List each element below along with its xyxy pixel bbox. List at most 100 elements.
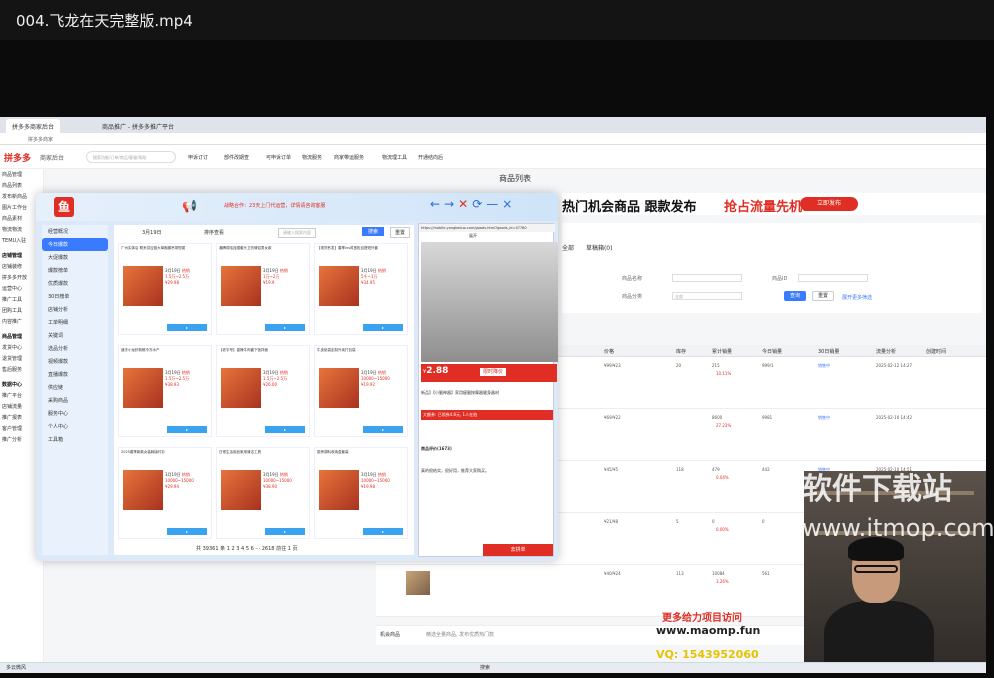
- card-action-button[interactable]: ▸: [363, 426, 403, 433]
- page-number[interactable]: 5: [246, 546, 249, 552]
- search-button[interactable]: 查询: [784, 291, 806, 301]
- nav-item[interactable]: 采购商品: [42, 394, 108, 407]
- product-card[interactable]: 【现货秒发】春季ins风宽松百搭短外套 3月19日 热销 5千~1万 ¥34.95 ▸: [314, 243, 408, 335]
- nav-item[interactable]: 30日榜单: [42, 290, 108, 303]
- sidebar-item[interactable]: 商品列表: [0, 180, 43, 191]
- page-number[interactable]: 2: [231, 546, 234, 552]
- nav-item[interactable]: 工单明细: [42, 316, 108, 329]
- card-image: [221, 266, 261, 306]
- product-card[interactable]: 2025春季新款女装韩版衬衫 3月19日 热销 10000~15000 ¥29.94 ▸: [118, 447, 212, 539]
- status-cell[interactable]: 销售中: [818, 415, 830, 421]
- menu-item[interactable]: 开通结向后: [418, 154, 443, 161]
- nav-item[interactable]: 关键词: [42, 329, 108, 342]
- product-card[interactable]: 日常生活用品家用清洁工具 3月19日 热销 10000~15000 ¥38.90 ▸: [216, 447, 310, 539]
- browser-tab[interactable]: 商品推广 - 拼多多推广平台: [96, 119, 180, 133]
- page-number[interactable]: 4: [241, 546, 244, 552]
- nav-item[interactable]: 供应链: [42, 381, 108, 394]
- nav-item[interactable]: 经营概况: [42, 225, 108, 238]
- expand-toggle[interactable]: 展开: [469, 233, 477, 239]
- card-title: 厨房调料收纳盒套装: [317, 450, 349, 454]
- close-icon[interactable]: ✕: [458, 197, 468, 211]
- product-card[interactable]: 潮牌嘻哈连帽套头卫衣情侣男女款 3月19日 热销 1万~2万 ¥19.9 ▸: [216, 243, 310, 335]
- status-cell[interactable]: 销售中: [818, 363, 830, 369]
- reset-button[interactable]: 重置: [812, 291, 834, 301]
- minimize-icon[interactable]: —: [486, 197, 498, 211]
- product-card[interactable]: 厨房调料收纳盒套装 3月19日 热销 10000~15000 ¥19.98 ▸: [314, 447, 408, 539]
- card-action-button[interactable]: ▸: [265, 324, 305, 331]
- nav-item[interactable]: 直播爆款: [42, 368, 108, 381]
- grid-reset-button[interactable]: 重置: [390, 227, 411, 238]
- nav-item[interactable]: 个人中心: [42, 420, 108, 433]
- refresh-icon[interactable]: ⟳: [472, 197, 482, 211]
- menu-item[interactable]: 申诉订订: [188, 154, 208, 161]
- nav-item[interactable]: 服务中心: [42, 407, 108, 420]
- menu-item[interactable]: 物流理工具: [382, 154, 407, 161]
- product-card[interactable]: 牛皮纸袋定制外卖打包袋 3月19日 热销 10000~15000 ¥19.92 ▸: [314, 345, 408, 437]
- card-image: [319, 368, 359, 408]
- menu-item[interactable]: 部件改期查: [224, 154, 249, 161]
- nav-item[interactable]: 店铺分析: [42, 303, 108, 316]
- nav-item[interactable]: 爆款榜单: [42, 264, 108, 277]
- card-action-button[interactable]: ▸: [265, 426, 305, 433]
- pdd-search-input[interactable]: 搜索功能/订单/商品/客服/帮助: [86, 151, 176, 163]
- product-card[interactable]: 【老字号】香辣牛肉酱下饭拌面 3月19日 热销 1.5万~2.5万 ¥26.00 ▸: [216, 345, 310, 437]
- card-date: 3月19日: [165, 472, 181, 477]
- tab-all[interactable]: 全部: [562, 245, 574, 252]
- category-select[interactable]: 全部: [672, 292, 742, 300]
- address-bar[interactable]: 拼多多商家: [0, 133, 986, 145]
- card-title: 【现货秒发】春季ins风宽松百搭短外套: [317, 246, 379, 250]
- publish-button[interactable]: 立即发布: [800, 197, 858, 211]
- menu-item[interactable]: 可申诉订单: [266, 154, 291, 161]
- card-action-button[interactable]: ▸: [167, 528, 207, 535]
- page-total: 共 39361 条: [196, 546, 226, 552]
- nav-item[interactable]: 大促爆款: [42, 251, 108, 264]
- card-action-button[interactable]: ▸: [167, 324, 207, 331]
- back-icon[interactable]: ←: [430, 197, 440, 211]
- card-action-button[interactable]: ▸: [363, 528, 403, 535]
- card-action-button[interactable]: ▸: [167, 426, 207, 433]
- menu-item[interactable]: 商家带运服务: [334, 154, 364, 161]
- page-number[interactable]: 6: [251, 546, 254, 552]
- buy-button[interactable]: 去拼单: [483, 544, 553, 556]
- card-action-button[interactable]: ▸: [363, 324, 403, 331]
- menu-item[interactable]: 物流服务: [302, 154, 322, 161]
- page-number[interactable]: 1: [227, 546, 230, 552]
- nav-item[interactable]: 视频爆款: [42, 355, 108, 368]
- stock-cell: 118: [676, 467, 684, 472]
- sort-toggle[interactable]: 排序查看: [204, 229, 224, 236]
- browser-tab[interactable]: 拼多多商家后台: [6, 119, 61, 133]
- nav-item[interactable]: 选品分析: [42, 342, 108, 355]
- id-field[interactable]: [798, 274, 868, 282]
- name-field[interactable]: [672, 274, 742, 282]
- grid-search-input[interactable]: 请输入搜索内容: [278, 228, 316, 238]
- card-action-button[interactable]: ▸: [265, 528, 305, 535]
- forward-icon[interactable]: →: [444, 197, 454, 211]
- preview-url[interactable]: https://mobile.yangkeduo.com/goods.html?…: [419, 224, 555, 232]
- grid-search-button[interactable]: 搜索: [362, 227, 385, 236]
- product-card[interactable]: 速冻小龙虾新鲜冷冻水产 3月19日 热销 1.5万~2.5万 ¥38.93 ▸: [118, 345, 212, 437]
- page-goto-input[interactable]: 1: [288, 546, 291, 552]
- window-close-icon[interactable]: ×: [502, 197, 512, 211]
- tool-banner: 战略合作：23天上门代运营，详情请咨询客服: [224, 203, 326, 209]
- date-select[interactable]: 3月19日: [142, 229, 162, 236]
- nav-item-active[interactable]: 今日爆款: [42, 238, 108, 251]
- page-number[interactable]: 3: [236, 546, 239, 552]
- nav-item[interactable]: 优质爆款: [42, 277, 108, 290]
- product-card[interactable]: 广州实体店 联系供应链大单跑腿吊带短裙 3月19日 热销 1.5万~2.5万 ¥29.…: [118, 243, 212, 335]
- sidebar-item[interactable]: 商品管理: [0, 169, 43, 180]
- page-number[interactable]: 2618: [262, 546, 275, 552]
- reviews-title[interactable]: 商品评价(1673): [421, 446, 553, 452]
- browser-tabstrip: 拼多多商家后台 商品推广 - 拼多多推广平台: [0, 117, 986, 133]
- card-tag: 热销: [181, 370, 190, 375]
- video-frame[interactable]: 拼多多商家后台 商品推广 - 拼多多推广平台 拼多多商家 拼多多 商家后台 搜索…: [0, 117, 986, 673]
- card-price: ¥34.95: [361, 280, 375, 285]
- tab-drafts[interactable]: 草稿箱(0): [586, 245, 613, 252]
- expand-link[interactable]: 展开更多筛选: [842, 294, 872, 301]
- filter-label: 商品分类: [622, 294, 643, 300]
- nav-item[interactable]: 工具箱: [42, 433, 108, 446]
- weather-widget[interactable]: 多云微风: [6, 664, 26, 671]
- card-image: [123, 368, 163, 408]
- tool-window: 鱼 📢 战略合作：23天上门代运营，详情请咨询客服 ← → ✕ ⟳ — × 经营概况 今日…: [36, 193, 558, 561]
- card-title: 2025春季新款女装韩版衬衫: [121, 450, 165, 454]
- taskbar-search[interactable]: 搜索: [480, 664, 490, 671]
